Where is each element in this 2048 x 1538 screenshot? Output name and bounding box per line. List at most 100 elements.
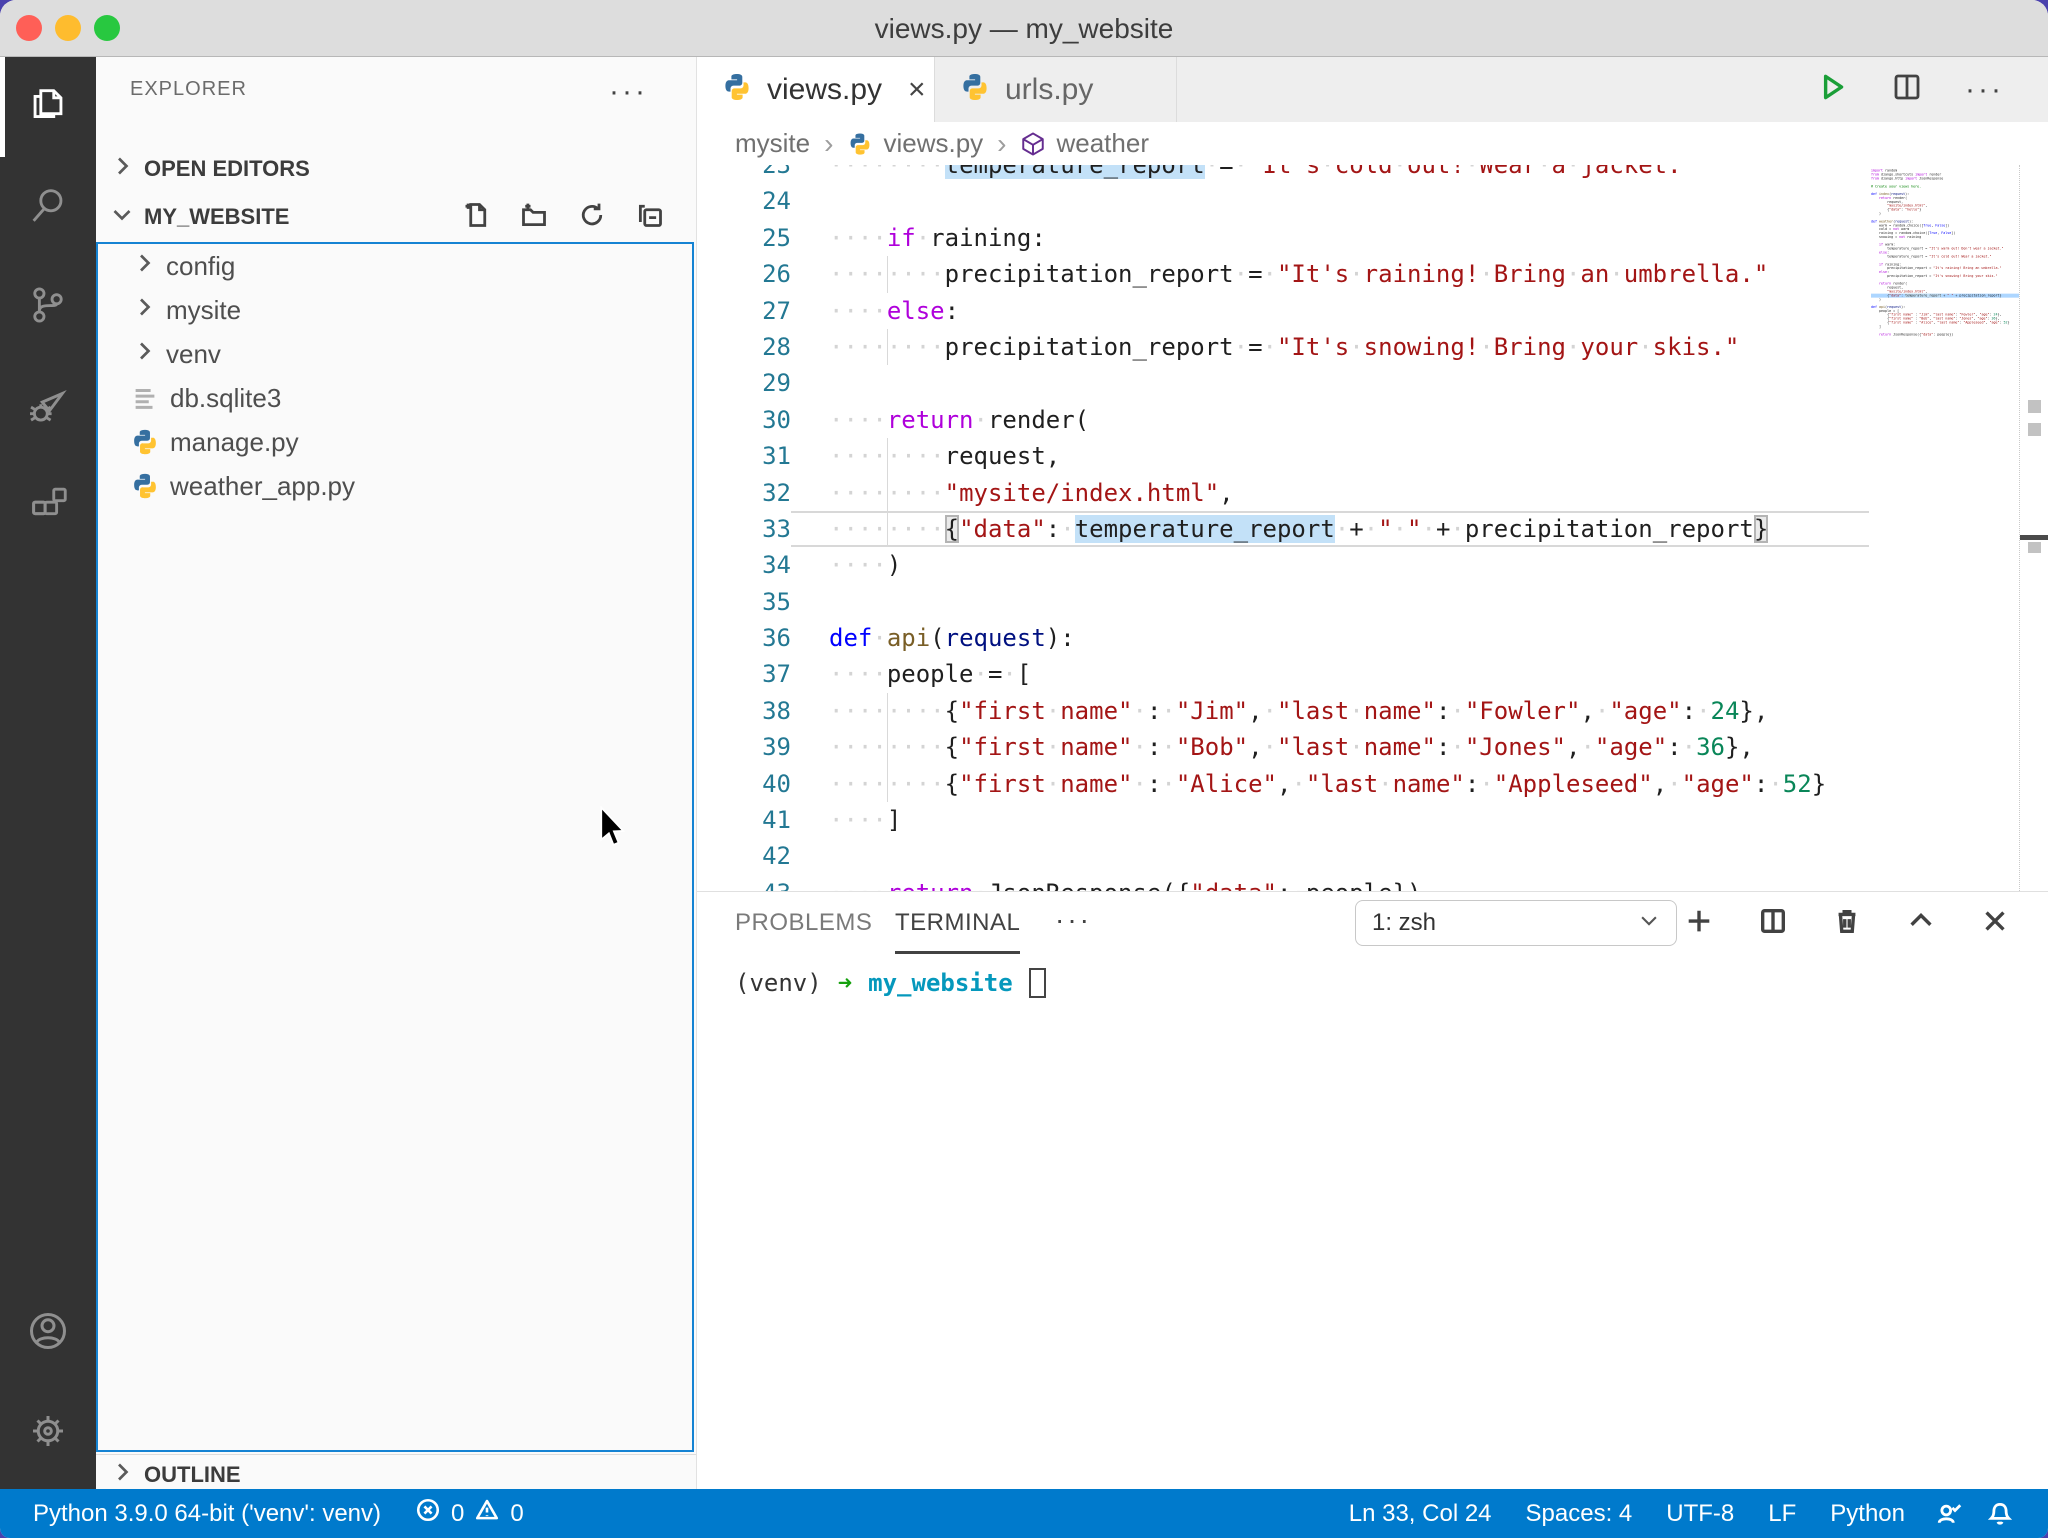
tree-item-config[interactable]: config	[98, 244, 692, 288]
code-line[interactable]: 42	[697, 838, 1869, 874]
tree-item-label: db.sqlite3	[170, 383, 281, 414]
python-interpreter-status[interactable]: Python 3.9.0 64-bit ('venv': venv)	[33, 1500, 381, 1528]
code-line[interactable]: 33········{"data":·temperature_report·+·…	[697, 511, 1869, 547]
breadcrumb-item-weather[interactable]: weather	[1056, 128, 1149, 159]
code-line[interactable]: 29	[697, 365, 1869, 401]
chevron-down-icon	[1638, 909, 1660, 938]
warning-count: 0	[510, 1500, 523, 1528]
activity-explorer[interactable]	[0, 57, 96, 157]
code-line[interactable]: 26········precipitation_report·=·"It's·r…	[697, 256, 1869, 292]
tree-item-manage-py[interactable]: manage.py	[98, 420, 692, 464]
python-icon	[959, 71, 991, 108]
encoding-status[interactable]: UTF-8	[1649, 1500, 1751, 1528]
indentation-status[interactable]: Spaces: 4	[1509, 1500, 1650, 1528]
tab-views-py[interactable]: views.py ×	[697, 57, 935, 122]
collapse-all-icon[interactable]	[636, 201, 664, 235]
language-mode-status[interactable]: Python	[1813, 1500, 1922, 1528]
titlebar[interactable]: views.py — my_website	[0, 0, 2048, 57]
vscode-window: views.py — my_website EXPLORER ···	[0, 0, 2048, 1538]
python-icon	[847, 131, 873, 157]
gear-icon	[24, 1407, 72, 1460]
bottom-panel: PROBLEMS TERMINAL ··· 1: zsh (venv) ➜ my…	[697, 891, 2048, 1489]
split-terminal-icon[interactable]	[1758, 906, 1788, 941]
ruler-cursor-mark	[2020, 535, 2048, 540]
open-editors-section[interactable]: OPEN EDITORS	[96, 147, 696, 191]
activity-settings[interactable]	[0, 1383, 96, 1483]
terminal-shell-select[interactable]: 1: zsh	[1355, 900, 1677, 946]
ruler-highlight-mark	[2028, 423, 2041, 436]
minimap-content: import randomfrom django.shortcuts impor…	[1871, 169, 2019, 337]
feedback-icon[interactable]	[1922, 1500, 1974, 1528]
close-panel-icon[interactable]	[1980, 906, 2010, 941]
chevron-right-icon: ›	[824, 128, 833, 160]
tab-urls-py[interactable]: urls.py	[935, 57, 1177, 122]
tree-item-db-sqlite3[interactable]: db.sqlite3	[98, 376, 692, 420]
code-line[interactable]: 28········precipitation_report·=·"It's·s…	[697, 329, 1869, 365]
panel-more-actions-icon[interactable]: ···	[1055, 904, 1092, 936]
breadcrumb-item-views-py[interactable]: views.py	[883, 128, 983, 159]
kill-terminal-icon[interactable]	[1832, 906, 1862, 941]
split-editor-icon[interactable]	[1891, 71, 1923, 108]
maximize-panel-icon[interactable]	[1906, 906, 1936, 941]
more-actions-icon[interactable]: ···	[1965, 73, 2004, 107]
run-file-icon[interactable]	[1815, 70, 1849, 109]
code-line[interactable]: 27····else:	[697, 293, 1869, 329]
outline-label: OUTLINE	[144, 1462, 241, 1488]
tree-item-venv[interactable]: venv	[98, 332, 692, 376]
code-lines: 23········temperature_report·=·"It's·col…	[697, 165, 1869, 891]
activity-account[interactable]	[0, 1283, 96, 1383]
activity-source-control[interactable]	[0, 257, 96, 357]
tree-item-label: config	[166, 251, 235, 282]
terminal-prompt[interactable]: (venv) ➜ my_website	[735, 968, 1046, 998]
refresh-icon[interactable]	[578, 201, 606, 235]
tree-item-mysite[interactable]: mysite	[98, 288, 692, 332]
new-terminal-icon[interactable]	[1684, 906, 1714, 941]
new-folder-icon[interactable]	[520, 201, 548, 235]
code-line[interactable]: 36def·api(request):	[697, 620, 1869, 656]
minimap[interactable]: import randomfrom django.shortcuts impor…	[1867, 165, 2019, 891]
new-file-icon[interactable]	[462, 201, 490, 235]
tree-item-label: manage.py	[170, 427, 299, 458]
outline-section[interactable]: OUTLINE	[96, 1454, 696, 1494]
error-icon	[415, 1497, 441, 1530]
tab-terminal[interactable]: TERMINAL	[895, 892, 1020, 954]
code-line[interactable]: 32········"mysite/index.html",	[697, 475, 1869, 511]
activity-extensions[interactable]	[0, 457, 96, 557]
symbol-cube-icon	[1020, 131, 1046, 157]
explorer-more-actions-icon[interactable]: ···	[609, 75, 648, 109]
activity-run-debug[interactable]	[0, 357, 96, 457]
ruler-selection-mark	[2028, 542, 2041, 553]
code-line[interactable]: 25····if·raining:	[697, 220, 1869, 256]
code-line[interactable]: 40········{"first·name"·:·"Alice",·"last…	[697, 766, 1869, 802]
code-line[interactable]: 43····return·JsonResponse({"data":·peopl…	[697, 875, 1869, 891]
activity-search[interactable]	[0, 157, 96, 257]
code-line[interactable]: 31········request,	[697, 438, 1869, 474]
root-folder-section[interactable]: MY_WEBSITE	[96, 195, 696, 239]
code-line[interactable]: 30····return·render(	[697, 402, 1869, 438]
eol-status[interactable]: LF	[1751, 1500, 1813, 1528]
code-line[interactable]: 24	[697, 183, 1869, 219]
code-line[interactable]: 37····people·=·[	[697, 656, 1869, 692]
notifications-bell-icon[interactable]	[1974, 1500, 2026, 1528]
code-editor[interactable]: 23········temperature_report·=·"It's·col…	[697, 165, 2048, 891]
breadcrumb-item-mysite[interactable]: mysite	[735, 128, 810, 159]
terminal-cursor	[1029, 968, 1046, 998]
tree-item-weather-app-py[interactable]: weather_app.py	[98, 464, 692, 508]
problems-status[interactable]: 0 0	[415, 1497, 524, 1530]
code-line[interactable]: 41····]	[697, 802, 1869, 838]
breadcrumb[interactable]: mysite › views.py › weather	[697, 122, 2048, 165]
code-line[interactable]: 38········{"first·name"·:·"Jim",·"last·n…	[697, 693, 1869, 729]
shell-select-value: 1: zsh	[1372, 909, 1436, 937]
tab-problems[interactable]: PROBLEMS	[735, 892, 872, 954]
tree-item-label: venv	[166, 339, 221, 370]
code-line[interactable]: 35	[697, 584, 1869, 620]
code-line[interactable]: 39········{"first·name"·:·"Bob",·"last·n…	[697, 729, 1869, 765]
tab-bar: views.py × urls.py ···	[697, 57, 2048, 122]
code-line[interactable]: 23········temperature_report·=·"It's·col…	[697, 165, 1869, 183]
code-line[interactable]: 34····)	[697, 547, 1869, 583]
chevron-right-icon	[132, 295, 156, 326]
close-icon[interactable]: ×	[908, 73, 926, 107]
open-editors-label: OPEN EDITORS	[144, 156, 310, 182]
tab-label: urls.py	[1005, 73, 1093, 107]
cursor-position-status[interactable]: Ln 33, Col 24	[1332, 1500, 1509, 1528]
